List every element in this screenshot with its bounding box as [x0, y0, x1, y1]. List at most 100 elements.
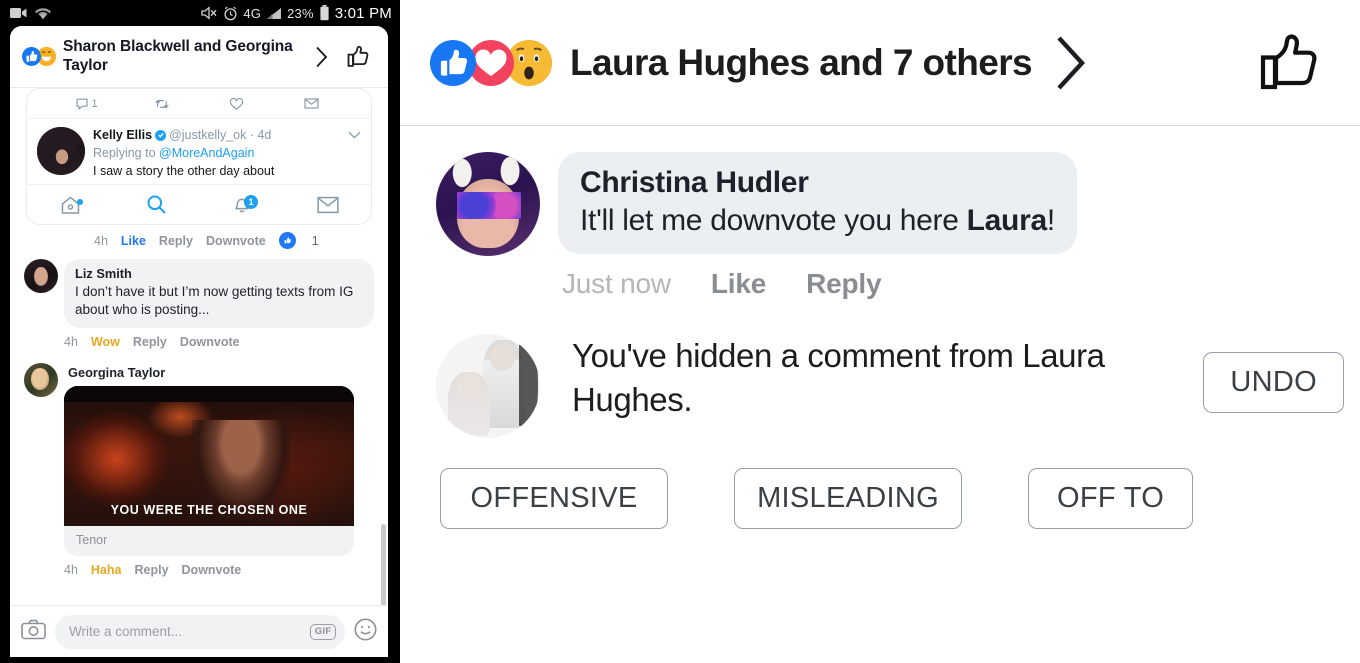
- comment-timestamp: 4h: [94, 233, 108, 248]
- reply-button[interactable]: Reply: [806, 268, 881, 300]
- comment-text: I don’t have it but I’m now getting text…: [75, 283, 354, 318]
- post-reactions-header[interactable]: Sharon Blackwell and Georgina Taylor: [10, 26, 388, 88]
- comment-author[interactable]: Christina Hudler: [580, 164, 1055, 201]
- verified-badge-icon: [155, 129, 167, 141]
- comment-mention[interactable]: Laura: [967, 204, 1048, 237]
- reaction-icons-group: [430, 39, 552, 86]
- thumbs-up-outline-icon[interactable]: [334, 42, 374, 71]
- video-camera-icon: [10, 7, 27, 19]
- bell-icon[interactable]: 1: [199, 194, 285, 215]
- replying-prefix: Replying to: [93, 145, 160, 160]
- avatar[interactable]: [436, 334, 540, 439]
- comment-input[interactable]: Write a comment... GIF: [55, 614, 345, 649]
- comment-action-row: 4h Wow Reply Downvote: [10, 328, 388, 349]
- chevron-down-icon[interactable]: [342, 127, 361, 144]
- downvote-button[interactable]: Downvote: [180, 335, 240, 349]
- smiley-icon[interactable]: [354, 618, 377, 646]
- clock-label: 3:01 PM: [334, 4, 392, 22]
- zoomed-facebook-panel: Laura Hughes and 7 others Christina Hudl…: [400, 0, 1360, 663]
- comment-action-row: 4h Haha Reply Downvote: [10, 556, 388, 577]
- downvote-button[interactable]: Downvote: [182, 563, 242, 577]
- avatar: [37, 127, 85, 175]
- twitter-bottom-nav: 1: [27, 184, 371, 224]
- comment-timestamp: 4h: [64, 563, 78, 577]
- downvote-button[interactable]: Downvote: [206, 234, 266, 248]
- thumbs-up-outline-icon[interactable]: [1254, 25, 1336, 101]
- like-reaction-icon: [430, 39, 476, 86]
- misleading-button[interactable]: MISLEADING: [734, 468, 962, 530]
- network-type-label: 4G: [243, 5, 262, 21]
- off-topic-button[interactable]: OFF TO: [1028, 468, 1194, 530]
- gif-source-label: Tenor: [76, 533, 108, 547]
- zoom-body: Christina Hudler It'll let me downvote y…: [400, 126, 1360, 530]
- comment-christina-hudler: Christina Hudler It'll let me downvote y…: [400, 152, 1360, 300]
- avatar[interactable]: [24, 259, 58, 294]
- alarm-icon: [223, 6, 238, 21]
- tweet-replying-to: Replying to @MoreAndAgain: [93, 144, 361, 162]
- hidden-comment-text: You've hidden a comment from Laura Hughe…: [572, 337, 1105, 418]
- camera-icon[interactable]: [21, 619, 46, 645]
- heart-icon[interactable]: [199, 97, 274, 111]
- gif-caption: YOU WERE THE CHOSEN ONE: [110, 503, 308, 517]
- comment-author[interactable]: Liz Smith: [75, 266, 363, 283]
- comment-bubble: Christina Hudler It'll let me downvote y…: [558, 152, 1077, 255]
- like-reaction-icon: [22, 47, 41, 66]
- comment-action-row: 4h Like Reply Downvote 1: [10, 225, 388, 250]
- bell-badge-count: 1: [244, 195, 258, 210]
- avatar[interactable]: [24, 363, 58, 397]
- retweet-icon[interactable]: [124, 97, 199, 111]
- mail-icon[interactable]: [285, 196, 371, 214]
- reply-count: 1: [91, 97, 98, 110]
- page-title: Laura Hughes and 7 others: [570, 41, 1033, 83]
- reply-icon[interactable]: 1: [49, 97, 124, 111]
- home-icon[interactable]: [27, 195, 113, 215]
- twitter-action-bar: 1: [27, 89, 371, 119]
- signal-bars-icon: [266, 7, 282, 20]
- gif-image: YOU WERE THE CHOSEN ONE: [64, 386, 354, 526]
- battery-percent-label: 23%: [287, 5, 314, 21]
- wow-button[interactable]: Wow: [91, 335, 120, 349]
- offensive-button[interactable]: OFFENSIVE: [440, 468, 668, 530]
- chevron-right-icon[interactable]: [308, 46, 334, 68]
- search-icon[interactable]: [113, 194, 199, 215]
- comment-georgina-taylor: Georgina Taylor YOU WERE THE CHOSEN ONE …: [10, 349, 388, 556]
- comment-author[interactable]: Georgina Taylor: [64, 363, 374, 380]
- mute-icon: [200, 6, 218, 20]
- haha-button[interactable]: Haha: [91, 563, 122, 577]
- android-status-bar: 4G 23% 3:01 PM: [0, 0, 400, 26]
- replying-to-handle: @MoreAndAgain: [159, 145, 255, 160]
- phone-body: Sharon Blackwell and Georgina Taylor 1 K…: [0, 26, 400, 663]
- comment-composer: Write a comment... GIF: [10, 605, 388, 657]
- zoom-reactions-header[interactable]: Laura Hughes and 7 others: [400, 0, 1360, 126]
- share-mail-icon[interactable]: [274, 97, 349, 110]
- reply-button[interactable]: Reply: [159, 234, 193, 248]
- hidden-comment-notice: You've hidden a comment from Laura Hughe…: [400, 300, 1360, 439]
- comment-timestamp: Just now: [562, 268, 671, 300]
- comment-liz-smith: Liz Smith I don’t have it but I’m now ge…: [10, 249, 388, 328]
- chevron-right-icon[interactable]: [1054, 34, 1088, 92]
- like-count: 1: [311, 233, 319, 248]
- comment-text-before: It'll let me downvote you here: [580, 204, 967, 238]
- comment-text: It'll let me downvote you here Laura!: [580, 201, 1055, 240]
- comment-bubble: Liz Smith I don’t have it but I’m now ge…: [64, 259, 374, 328]
- tweet-handle: @justkelly_ok: [169, 128, 247, 142]
- post-author-names: Sharon Blackwell and Georgina Taylor: [63, 37, 293, 74]
- gif-attachment[interactable]: YOU WERE THE CHOSEN ONE Tenor: [64, 386, 354, 556]
- home-unread-dot: [77, 198, 83, 205]
- comment-timestamp: 4h: [64, 335, 78, 349]
- twitter-tweet: Kelly Ellis @justkelly_ok · 4d Replying …: [27, 119, 371, 180]
- reaction-icons-group: [22, 47, 56, 66]
- comments-scroll-area[interactable]: 1 Kelly Ellis @justkelly_ok · 4d Replyin…: [10, 88, 388, 657]
- twitter-embed-card[interactable]: 1 Kelly Ellis @justkelly_ok · 4d Replyin…: [26, 88, 372, 226]
- reply-button[interactable]: Reply: [133, 335, 167, 349]
- undo-button[interactable]: UNDO: [1203, 352, 1344, 414]
- like-button[interactable]: Like: [121, 234, 146, 248]
- facebook-post-card: Sharon Blackwell and Georgina Taylor 1 K…: [10, 26, 388, 657]
- reply-button[interactable]: Reply: [134, 563, 168, 577]
- avatar[interactable]: [436, 152, 540, 256]
- tweet-age: 4d: [257, 128, 272, 142]
- tweet-text: I saw a story the other day about: [93, 164, 275, 178]
- like-button[interactable]: Like: [711, 268, 766, 300]
- gif-button[interactable]: GIF: [310, 623, 336, 640]
- phone-screenshot-panel: 4G 23% 3:01 PM Sharon Blackwell and Geor…: [0, 0, 400, 663]
